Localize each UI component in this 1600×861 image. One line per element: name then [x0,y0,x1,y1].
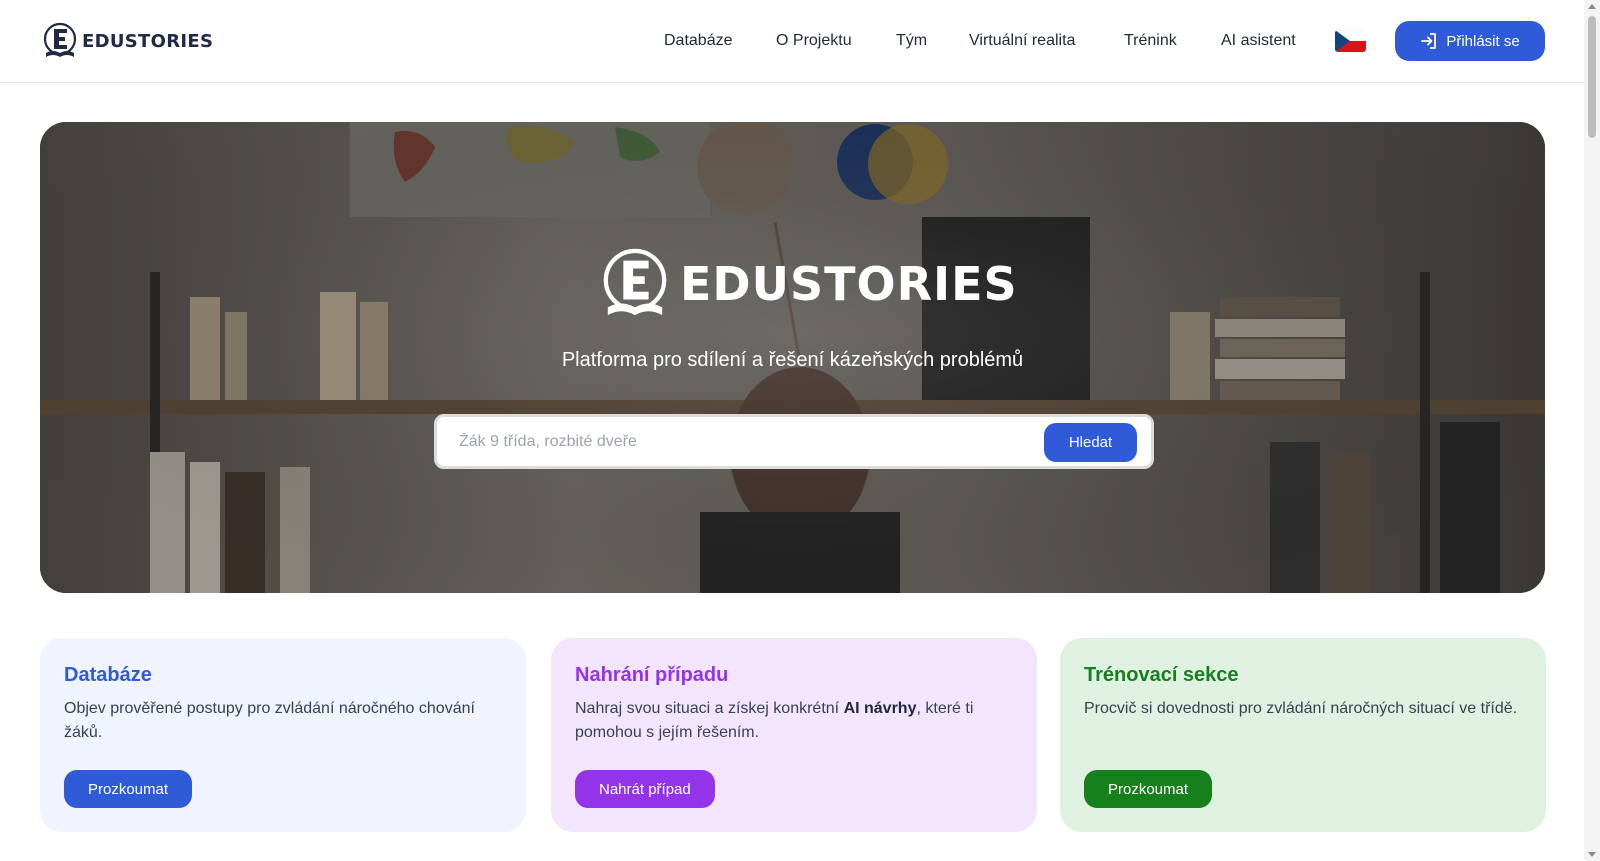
search-button[interactable]: Hledat [1044,423,1137,462]
card-title: Databáze [64,664,152,686]
hero-tagline: Platforma pro sdílení a řešení kázeňskýc… [561,349,1024,371]
login-icon [1421,33,1437,49]
hero-banner: EDUSTORIES Platforma pro sdílení a řešen… [40,122,1545,593]
nav-item-virtualni-realita[interactable]: Virtuální realita [969,30,1075,52]
hero-logo: EDUSTORIES [600,246,1018,322]
card-title: Trénovací sekce [1084,664,1239,686]
upload-case-button[interactable]: Nahrát případ [575,770,715,808]
card-description: Procvič si dovednosti pro zvládání nároč… [1084,700,1518,717]
page-scrollbar[interactable] [1584,0,1600,861]
scroll-down-arrow-icon[interactable] [1588,852,1596,857]
card-title: Nahrání případu [575,664,729,686]
login-button[interactable]: Přihlásit se [1395,21,1545,61]
search-bar: Hledat [434,414,1154,469]
brand-name: EDUSTORIES [82,30,214,52]
explore-training-button[interactable]: Prozkoumat [1084,770,1213,808]
top-navbar: EDUSTORIES Databáze O Projektu Tým Virtu… [0,0,1584,83]
nav-item-o-projektu[interactable]: O Projektu [776,30,852,52]
scroll-thumb[interactable] [1588,16,1596,138]
edustories-logo-icon [603,248,667,316]
card-databaze: Databáze Objev prověřené postupy pro zvl… [40,638,526,832]
hero-logo-text: EDUSTORIES [680,257,1018,311]
login-label: Přihlásit se [1446,32,1520,50]
search-input[interactable] [447,423,1027,461]
card-nahrani-pripadu: Nahrání případu Nahraj svou situaci a zí… [551,638,1037,832]
nav-item-ai-asistent[interactable]: AI asistent [1221,30,1296,52]
edustories-logo-icon [43,22,77,57]
nav-item-trenink[interactable]: Trénink [1124,30,1177,52]
card-trenovaci-sekce: Trénovací sekce Procvič si dovednosti pr… [1060,638,1546,832]
explore-database-button[interactable]: Prozkoumat [64,770,193,808]
nav-item-databaze[interactable]: Databáze [664,30,733,52]
card-description: Objev prověřené postupy pro zvládání nár… [64,700,475,741]
card-description: Nahraj svou situaci a získej konkrétní A… [575,700,974,741]
cz-flag-icon[interactable] [1335,30,1366,52]
brand-logo[interactable]: EDUSTORIES [42,22,213,60]
nav-item-tym[interactable]: Tým [896,30,927,52]
scroll-up-arrow-icon[interactable] [1588,4,1596,9]
